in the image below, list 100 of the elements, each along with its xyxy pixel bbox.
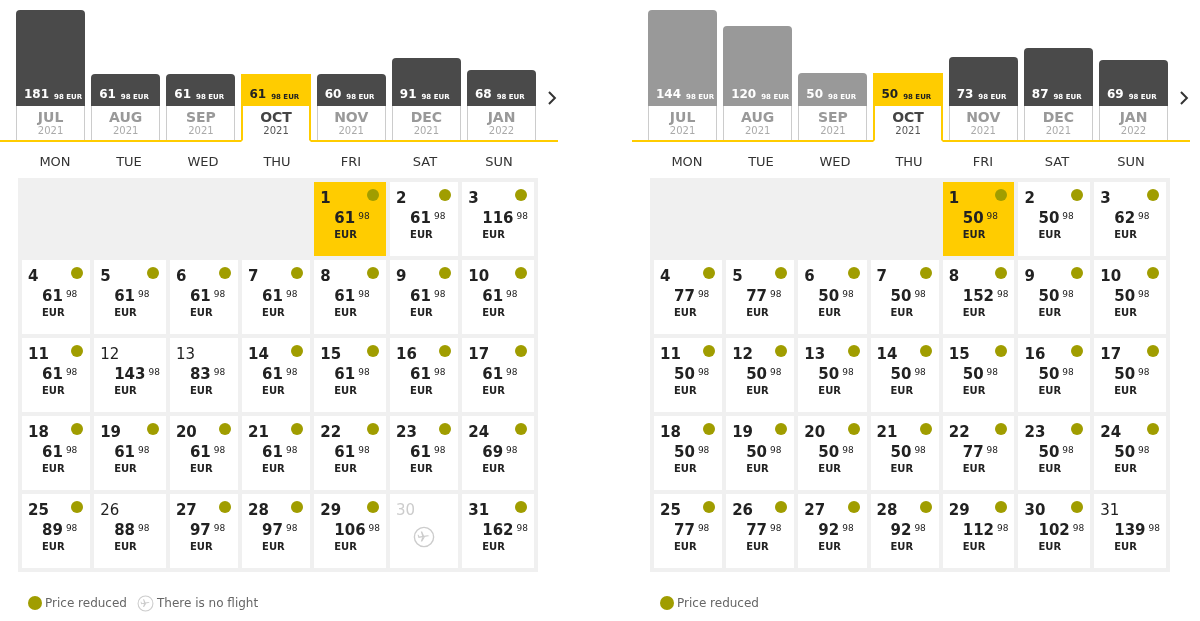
day-cell[interactable]: 24 50 $^{98}$ EUR — [1094, 416, 1166, 490]
weekday-label: MON — [38, 153, 72, 171]
currency-label: EUR — [746, 305, 770, 320]
currency-label: EUR — [1114, 461, 1138, 476]
day-cell[interactable]: 3 62 $^{98}$ EUR — [1094, 182, 1166, 256]
next-chevron-icon[interactable] — [1178, 90, 1190, 106]
day-cell[interactable]: 4 77 $^{98}$ EUR — [654, 260, 723, 334]
day-price: 112 $^{98}$ — [962, 522, 1009, 539]
day-cell[interactable]: 27 97 $^{98}$ EUR — [169, 494, 239, 568]
day-price: 50 $^{98}$ — [1038, 210, 1075, 227]
day-cell[interactable]: 2 61 $^{98}$ EUR — [390, 182, 459, 256]
month-tab[interactable]: OCT 2021 — [873, 106, 943, 142]
day-cell[interactable]: 18 50 $^{98}$ EUR — [654, 416, 723, 490]
weekday-label: SAT — [1043, 153, 1071, 171]
day-price: 50 $^{98}$ — [818, 366, 855, 383]
day-cell[interactable]: 19 50 $^{98}$ EUR — [726, 416, 795, 490]
currency-label: EUR — [482, 383, 506, 398]
day-cell[interactable]: 23 61 $^{98}$ EUR — [390, 416, 459, 490]
day-cell[interactable]: 17 50 $^{98}$ EUR — [1094, 338, 1166, 412]
day-cell[interactable]: 1 50 $^{98}$ EUR — [942, 182, 1015, 256]
day-cell[interactable]: 12 143 $^{98}$ EUR — [94, 338, 166, 412]
day-cell[interactable]: 10 50 $^{98}$ EUR — [1094, 260, 1166, 334]
day-cell[interactable]: 16 50 $^{98}$ EUR — [1018, 338, 1091, 412]
day-cell[interactable]: 27 92 $^{98}$ EUR — [798, 494, 867, 568]
currency-label: EUR — [674, 461, 698, 476]
day-price: 50 $^{98}$ — [1038, 444, 1075, 461]
day-cell[interactable]: 8 61 $^{98}$ EUR — [314, 260, 387, 334]
weekday-label: SUN — [1116, 153, 1146, 171]
day-cell[interactable]: 18 61 $^{98}$ EUR — [22, 416, 91, 490]
day-cell[interactable]: 28 97 $^{98}$ EUR — [242, 494, 311, 568]
currency-label: EUR — [114, 461, 138, 476]
day-number: 1 — [948, 188, 960, 209]
day-cell[interactable]: 31 139 $^{98}$ EUR — [1094, 494, 1166, 568]
day-cell[interactable]: 16 61 $^{98}$ EUR — [390, 338, 459, 412]
day-cell[interactable]: 1 61 $^{98}$ EUR — [314, 182, 387, 256]
currency-label: EUR — [410, 461, 434, 476]
day-number: 5 — [100, 266, 111, 287]
weekday-label: SUN — [484, 153, 514, 171]
day-cell[interactable]: 9 50 $^{98}$ EUR — [1018, 260, 1091, 334]
day-cell[interactable]: 5 77 $^{98}$ EUR — [726, 260, 795, 334]
day-cell[interactable]: 21 61 $^{98}$ EUR — [242, 416, 311, 490]
no-flight-plane-icon — [136, 594, 154, 612]
currency-label: EUR — [962, 539, 987, 554]
day-cell[interactable]: 8 152 $^{98}$ EUR — [942, 260, 1015, 334]
day-price: 89 $^{98}$ — [42, 522, 79, 539]
next-chevron-icon[interactable] — [546, 90, 558, 106]
day-cell[interactable]: 25 77 $^{98}$ EUR — [654, 494, 723, 568]
day-cell[interactable]: 14 50 $^{98}$ EUR — [870, 338, 939, 412]
day-cell[interactable]: 7 61 $^{98}$ EUR — [242, 260, 311, 334]
day-cell[interactable]: 20 61 $^{98}$ EUR — [169, 416, 239, 490]
day-cell[interactable]: 6 61 $^{98}$ EUR — [169, 260, 239, 334]
day-cell[interactable]: 22 61 $^{98}$ EUR — [314, 416, 387, 490]
day-cell[interactable]: 23 50 $^{98}$ EUR — [1018, 416, 1091, 490]
day-cell[interactable]: 5 61 $^{98}$ EUR — [94, 260, 166, 334]
day-cell[interactable]: 21 50 $^{98}$ EUR — [870, 416, 939, 490]
day-cell[interactable]: 26 88 $^{98}$ EUR — [94, 494, 166, 568]
day-cell[interactable]: 2 50 $^{98}$ EUR — [1018, 182, 1091, 256]
currency-label: EUR — [746, 539, 770, 554]
legend-dot — [28, 596, 42, 610]
day-cell[interactable]: 11 50 $^{98}$ EUR — [654, 338, 723, 412]
day-number: 13 — [175, 344, 196, 365]
day-cell[interactable]: 15 61 $^{98}$ EUR — [314, 338, 387, 412]
day-cell[interactable]: 24 69 $^{98}$ EUR — [462, 416, 534, 490]
day-cell[interactable]: 20 50 $^{98}$ EUR — [798, 416, 867, 490]
day-cell[interactable]: 11 61 $^{98}$ EUR — [22, 338, 91, 412]
day-cell[interactable]: 15 50 $^{98}$ EUR — [942, 338, 1015, 412]
day-cell[interactable]: 13 50 $^{98}$ EUR — [798, 338, 867, 412]
day-price: 50 $^{98}$ — [1114, 288, 1151, 305]
day-number: 5 — [732, 266, 743, 287]
day-cell[interactable]: 7 50 $^{98}$ EUR — [870, 260, 939, 334]
weekday-label: SAT — [411, 153, 439, 171]
day-cell[interactable]: 14 61 $^{98}$ EUR — [242, 338, 311, 412]
day-cell[interactable]: 13 83 $^{98}$ EUR — [169, 338, 239, 412]
day-cell[interactable]: 29 112 $^{98}$ EUR — [942, 494, 1015, 568]
day-cell[interactable]: 17 61 $^{98}$ EUR — [462, 338, 534, 412]
day-cell[interactable]: 9 61 $^{98}$ EUR — [390, 260, 459, 334]
day-price: 69 $^{98}$ — [482, 444, 519, 461]
day-cell[interactable]: 19 61 $^{98}$ EUR — [94, 416, 166, 490]
day-cell[interactable]: 10 61 $^{98}$ EUR — [462, 260, 534, 334]
day-price: 61 $^{98}$ — [410, 366, 447, 383]
day-price: 61 $^{98}$ — [334, 288, 371, 305]
day-cell[interactable]: 22 77 $^{98}$ EUR — [942, 416, 1015, 490]
day-cell[interactable]: 28 92 $^{98}$ EUR — [870, 494, 939, 568]
day-cell[interactable]: 25 89 $^{98}$ EUR — [22, 494, 91, 568]
day-cell[interactable]: 30 102 $^{98}$ EUR — [1018, 494, 1091, 568]
day-cell[interactable]: 26 77 $^{98}$ EUR — [726, 494, 795, 568]
day-cell[interactable]: 4 61 $^{98}$ EUR — [22, 260, 91, 334]
currency-label: EUR — [262, 461, 286, 476]
currency-label: EUR — [890, 305, 915, 320]
day-cell[interactable]: 31 162 $^{98}$ EUR — [462, 494, 534, 568]
day-cell[interactable]: 3 116 $^{98}$ EUR — [462, 182, 534, 256]
month-tab[interactable]: OCT 2021 — [241, 106, 311, 142]
day-number: 31 — [468, 500, 490, 521]
day-number: 10 — [1100, 266, 1122, 287]
day-cell[interactable]: 29 106 $^{98}$ EUR — [314, 494, 387, 568]
day-number: 16 — [1024, 344, 1046, 365]
day-cell[interactable]: 6 50 $^{98}$ EUR — [798, 260, 867, 334]
day-price: 77 $^{98}$ — [962, 444, 1000, 461]
day-cell[interactable]: 12 50 $^{98}$ EUR — [726, 338, 795, 412]
currency-label: EUR — [334, 305, 358, 320]
